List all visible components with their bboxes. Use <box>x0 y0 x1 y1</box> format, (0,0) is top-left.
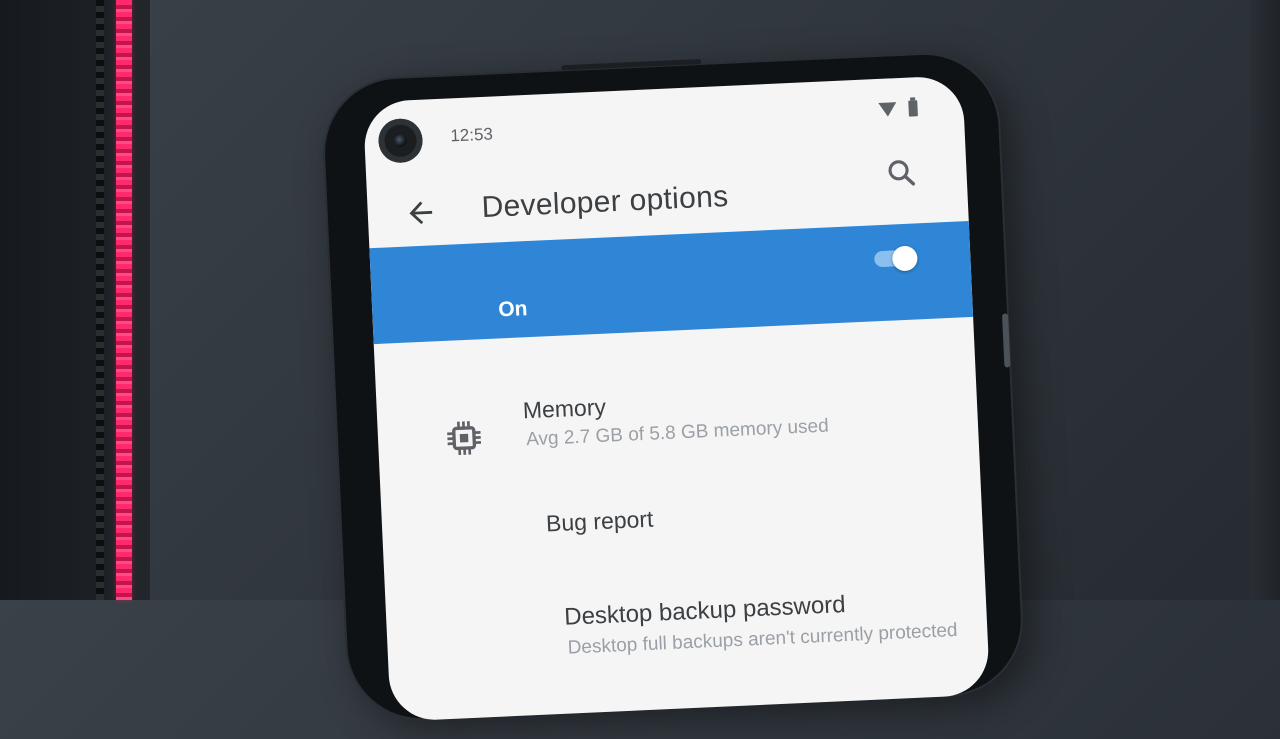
status-time: 12:53 <box>449 124 494 146</box>
phone-screen: 12:53 Developer options On Memory Avg 2.… <box>362 75 991 722</box>
page-title: Developer options <box>480 179 730 225</box>
switch-thumb <box>891 245 918 272</box>
toggle-label: On <box>497 297 528 322</box>
status-icons <box>877 99 918 119</box>
setting-bug-report[interactable]: Bug report <box>381 485 983 572</box>
setting-title: Bug report <box>545 505 654 537</box>
memory-chip-icon <box>447 421 482 456</box>
back-button[interactable] <box>403 195 439 231</box>
search-icon <box>888 160 916 186</box>
developer-options-switch[interactable] <box>874 245 919 272</box>
wifi-icon <box>877 101 897 117</box>
punch-hole-camera <box>377 117 424 164</box>
arrow-back-icon <box>409 201 433 225</box>
setting-title: Memory <box>522 393 607 424</box>
camera-lens <box>394 134 407 147</box>
setting-title: Desktop backup password <box>563 591 847 631</box>
battery-icon <box>908 99 918 117</box>
search-button[interactable] <box>884 155 920 191</box>
setting-memory[interactable]: Memory Avg 2.7 GB of 5.8 GB memory used <box>376 377 979 494</box>
phone-photo: 12:53 Developer options On Memory Avg 2.… <box>0 0 1280 722</box>
setting-desktop-backup-password[interactable]: Desktop backup password Desktop full bac… <box>386 577 989 694</box>
phone-side-button <box>1001 313 1011 368</box>
